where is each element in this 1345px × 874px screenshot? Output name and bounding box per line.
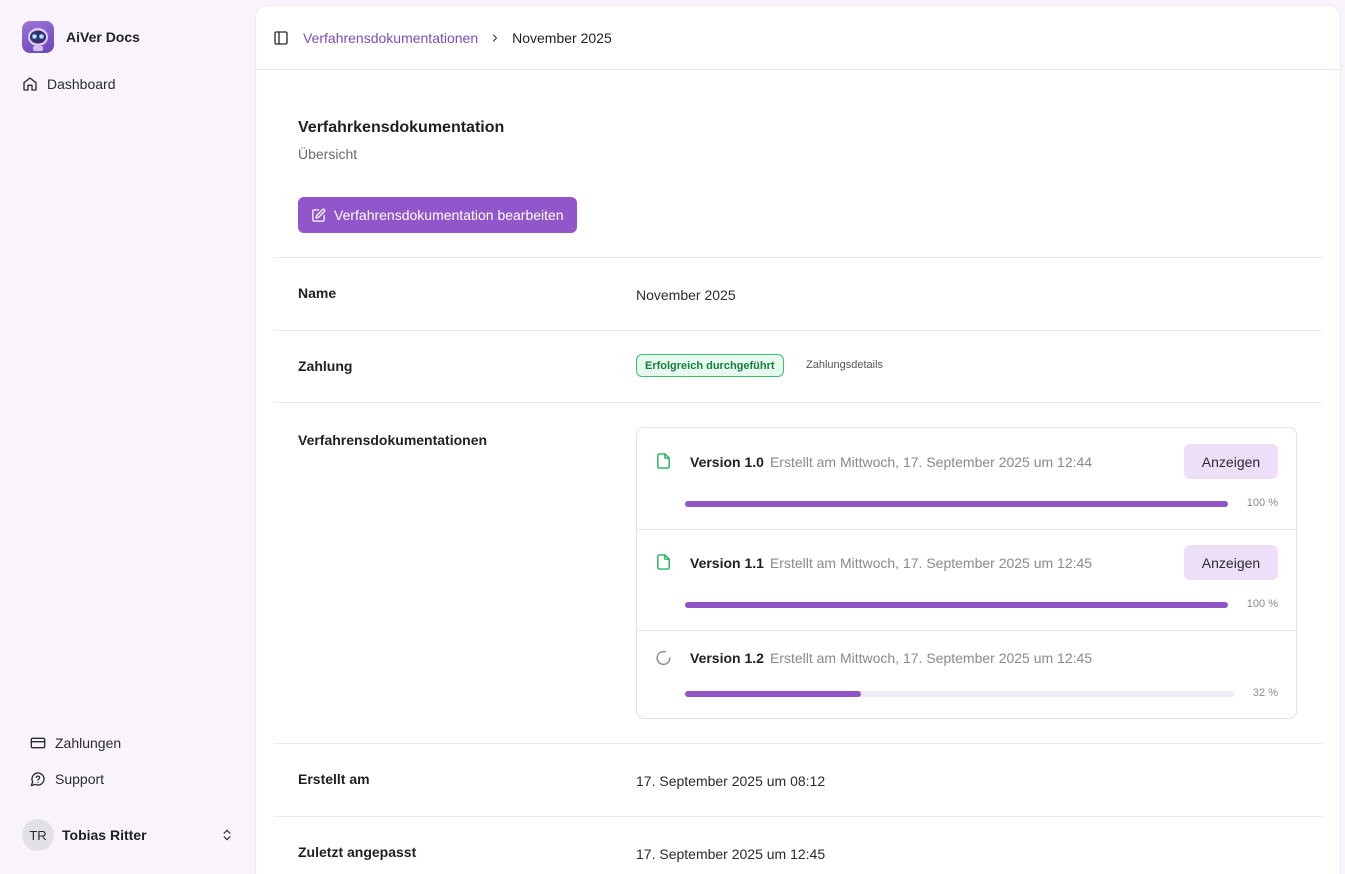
top-bar: Verfahrensdokumentationen November 2025	[256, 6, 1340, 70]
progress-fill	[685, 501, 1228, 507]
breadcrumb-current: November 2025	[512, 29, 612, 46]
view-version-button[interactable]: Anzeigen	[1184, 444, 1278, 479]
progress-label: 100 %	[1246, 598, 1278, 610]
versions-list: Version 1.0 Erstellt am Mittwoch, 17. Sep…	[636, 427, 1297, 719]
progress-fill	[685, 602, 1228, 608]
payment-details-link[interactable]: Zahlungsdetails	[806, 359, 883, 371]
version-name: Version 1.2	[690, 650, 764, 666]
row-value: 17. September 2025 um 08:12	[636, 773, 826, 789]
sidebar-item-payments[interactable]: Zahlungen	[30, 735, 121, 751]
row-label: Verfahrensdokumentationen	[298, 432, 488, 448]
version-name: Version 1.1	[690, 555, 764, 571]
breadcrumb-parent[interactable]: Verfahrensdokumentationen	[303, 30, 478, 46]
sidebar-item-label: Dashboard	[47, 76, 116, 92]
robot-logo-icon	[22, 21, 54, 53]
detail-row-payment: Zahlung Erfolgreich durchgeführt Zahlung…	[274, 330, 1322, 402]
progress-bar	[685, 691, 1235, 697]
row-value: November 2025	[636, 287, 736, 303]
row-label: Zahlung	[298, 358, 353, 374]
document-icon	[657, 554, 670, 570]
row-label: Erstellt am	[298, 771, 370, 787]
spinner-icon	[656, 650, 671, 666]
app-name: AiVer Docs	[66, 29, 140, 45]
user-name: Tobias Ritter	[62, 827, 147, 843]
version-title: Version 1.1 Erstellt am Mittwoch, 17. Sep…	[690, 555, 1092, 571]
sidebar: AiVer Docs Dashboard Zahlungen Support T…	[0, 0, 254, 874]
credit-card-icon	[30, 737, 46, 749]
edit-icon	[312, 208, 326, 222]
status-badge: Erfolgreich durchgeführt	[636, 354, 784, 377]
edit-documentation-button[interactable]: Verfahrensdokumentation bearbeiten	[298, 197, 577, 233]
version-date: Erstellt am Mittwoch, 17. September 2025…	[769, 555, 1093, 571]
progress-bar	[685, 602, 1228, 608]
page-title: Verfahrkensdokumentation	[298, 119, 505, 136]
version-title: Version 1.2 Erstellt am Mittwoch, 17. Sep…	[690, 650, 1092, 666]
list-item: Version 1.1 Erstellt am Mittwoch, 17. Sep…	[637, 529, 1296, 630]
detail-row-created: Erstellt am 17. September 2025 um 08:12	[274, 743, 1322, 816]
main-content: Verfahrensdokumentationen November 2025 …	[255, 5, 1341, 874]
sidebar-item-label: Zahlungen	[55, 735, 122, 751]
row-label: Name	[298, 285, 337, 301]
document-icon	[657, 453, 670, 469]
user-menu[interactable]: TR Tobias Ritter	[22, 819, 234, 851]
edit-button-label: Verfahrensdokumentation bearbeiten	[334, 207, 564, 223]
row-label: Zuletzt angepasst	[298, 844, 417, 860]
list-item: Version 1.2 Erstellt am Mittwoch, 17. Sep…	[637, 630, 1296, 718]
version-name: Version 1.0	[690, 454, 764, 470]
progress-label: 32 %	[1252, 687, 1278, 699]
sidebar-item-label: Support	[55, 771, 105, 787]
detail-row-name: Name November 2025	[274, 257, 1322, 330]
chevrons-up-down-icon	[223, 829, 231, 841]
sidebar-item-support[interactable]: Support	[30, 771, 104, 787]
list-item: Version 1.0 Erstellt am Mittwoch, 17. Sep…	[637, 428, 1296, 529]
version-date: Erstellt am Mittwoch, 17. September 2025…	[769, 650, 1093, 666]
message-help-icon	[30, 772, 45, 787]
page-subtitle: Übersicht	[298, 146, 358, 162]
progress-fill	[685, 691, 861, 697]
row-value: 17. September 2025 um 12:45	[636, 846, 826, 862]
detail-row-versions: Verfahrensdokumentationen Version 1.0 Ers…	[274, 402, 1322, 743]
sidebar-toggle-icon[interactable]	[273, 30, 289, 46]
avatar: TR	[22, 819, 54, 851]
home-icon	[23, 77, 37, 91]
sidebar-item-dashboard[interactable]: Dashboard	[22, 76, 116, 92]
version-title: Version 1.0 Erstellt am Mittwoch, 17. Sep…	[690, 454, 1092, 470]
chevron-right-icon	[493, 34, 498, 41]
version-date: Erstellt am Mittwoch, 17. September 2025…	[769, 454, 1093, 470]
brand[interactable]: AiVer Docs	[22, 21, 140, 53]
view-version-button[interactable]: Anzeigen	[1184, 545, 1278, 580]
progress-label: 100 %	[1246, 497, 1278, 509]
detail-row-modified: Zuletzt angepasst 17. September 2025 um …	[274, 816, 1322, 874]
progress-bar	[685, 501, 1228, 507]
